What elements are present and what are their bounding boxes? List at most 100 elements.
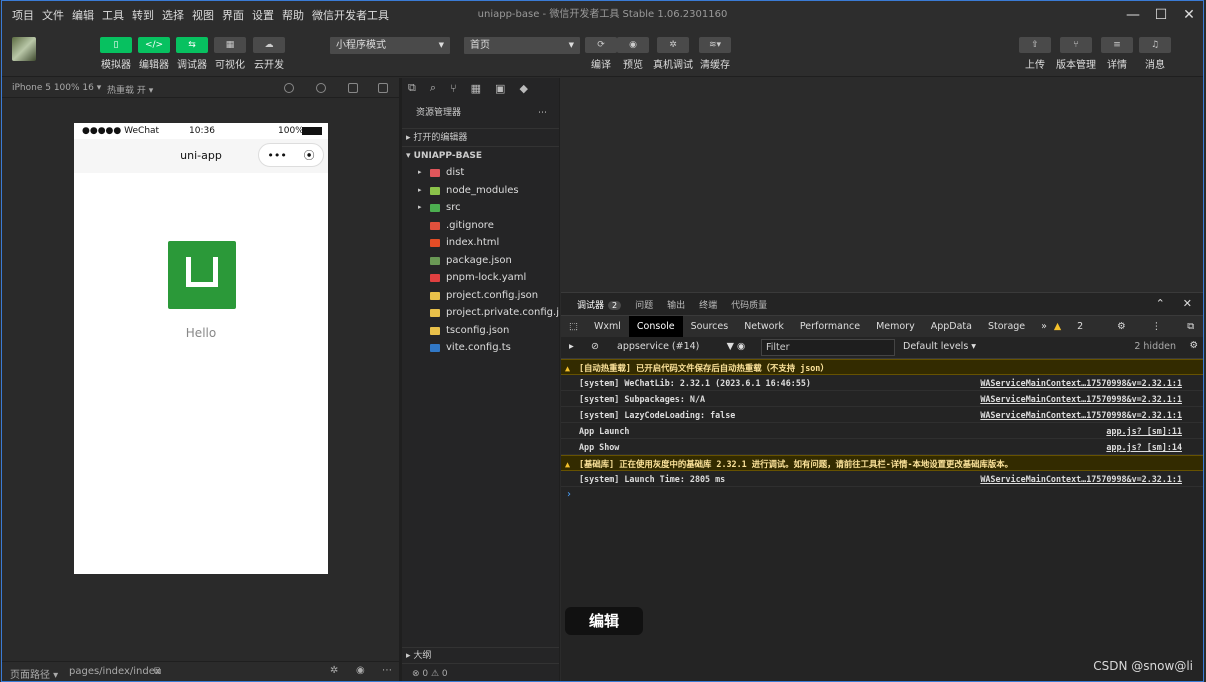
maximize-icon[interactable]: ☐ <box>1147 1 1175 29</box>
log-source-link[interactable]: WAServiceMainContext…17570998&v=2.32.1:1 <box>980 391 1182 407</box>
eye-icon[interactable]: ◉ <box>356 665 365 676</box>
docker-icon[interactable]: ◆ <box>519 82 527 95</box>
more-icon[interactable]: ⋯ <box>538 98 547 128</box>
menu-item[interactable]: 项目 <box>8 7 38 23</box>
close-icon[interactable]: ✕ <box>1183 297 1192 310</box>
project-section[interactable]: ▾ UNIAPP-BASE <box>402 146 559 164</box>
console-prompt[interactable]: › <box>561 487 1203 503</box>
more-icon[interactable]: ⋯ <box>382 665 392 676</box>
remote-debug-button[interactable]: ✲ 真机调试 <box>653 37 693 71</box>
tab-terminal[interactable]: 终端 <box>699 298 717 311</box>
details-button[interactable]: ≡ 详情 <box>1097 37 1137 71</box>
menu-item[interactable]: 文件 <box>38 7 68 23</box>
folder-item[interactable]: ▸ src <box>402 199 559 217</box>
tab-wxml[interactable]: Wxml <box>586 316 629 338</box>
folder-item[interactable]: ▸ node_modules <box>402 182 559 200</box>
tab-console[interactable]: Console <box>628 315 683 338</box>
phone-frame-icon[interactable] <box>348 83 358 93</box>
detach-icon[interactable] <box>378 83 388 93</box>
menu-item[interactable]: 转到 <box>128 7 158 23</box>
tab-output[interactable]: 输出 <box>667 298 685 311</box>
tab-performance[interactable]: Performance <box>792 316 868 338</box>
log-source-link[interactable]: WAServiceMainContext…17570998&v=2.32.1:1 <box>980 375 1182 391</box>
avatar[interactable] <box>12 37 36 61</box>
inspect-icon[interactable]: ⬚ <box>561 316 586 338</box>
settings-icon[interactable]: ⚙ <box>1109 316 1134 338</box>
file-item[interactable]: tsconfig.json <box>402 322 559 340</box>
menu-item[interactable]: 选择 <box>158 7 188 23</box>
clear-cache-button[interactable]: ≋▾ 清缓存 <box>695 37 735 71</box>
hotreload-select[interactable]: 热重载 开 ▾ <box>107 83 153 96</box>
edit-button[interactable]: 编辑 <box>565 607 643 635</box>
menu-item[interactable]: 设置 <box>248 7 278 23</box>
tab-network[interactable]: Network <box>736 316 792 338</box>
log-source-link[interactable]: WAServiceMainContext…17570998&v=2.32.1:1 <box>980 471 1182 487</box>
file-item[interactable]: pnpm-lock.yaml <box>402 269 559 287</box>
page-select[interactable]: 首页 ▼ <box>464 37 580 54</box>
settings-icon[interactable]: ⚙ <box>1189 340 1198 351</box>
tab-appdata[interactable]: AppData <box>923 316 980 338</box>
save-icon[interactable]: ▣ <box>495 82 505 95</box>
file-item[interactable]: index.html <box>402 234 559 252</box>
tab-code-quality[interactable]: 代码质量 <box>731 298 767 311</box>
extensions-icon[interactable]: ▦ <box>471 82 481 95</box>
problem-count[interactable]: ⊗ 0 ⚠ 0 <box>402 663 559 681</box>
open-editors-section[interactable]: ▸ 打开的编辑器 <box>402 128 559 146</box>
files-icon[interactable]: ⧉ <box>408 81 416 95</box>
capsule-menu[interactable]: ••• ⦿ <box>258 143 324 167</box>
dock-icon[interactable]: ⧉ <box>1179 316 1202 338</box>
visual-button[interactable]: ▦ 可视化 <box>210 37 250 71</box>
messages-button[interactable]: ♫ 消息 <box>1135 37 1175 71</box>
sidebar-toggle-icon[interactable]: ▸ <box>569 341 574 352</box>
tab-sources[interactable]: Sources <box>683 316 737 338</box>
mode-select[interactable]: 小程序模式 ▼ <box>330 37 450 54</box>
preview-button[interactable]: ◉ 预览 <box>613 37 653 71</box>
eye-icon[interactable]: ◉ <box>737 341 745 352</box>
editor-button[interactable]: </> 编辑器 <box>134 37 174 71</box>
bug-icon[interactable]: ✲ <box>330 665 338 676</box>
clear-icon[interactable]: ⊘ <box>591 341 599 352</box>
upload-button[interactable]: ⇧ 上传 <box>1015 37 1055 71</box>
rotate-icon[interactable] <box>284 83 294 93</box>
record-icon[interactable] <box>316 83 326 93</box>
tab-problems[interactable]: 问题 <box>635 298 653 311</box>
search-icon[interactable]: ⌕ <box>430 81 436 95</box>
warning-count[interactable]: ▲ 2 <box>1038 316 1099 338</box>
menu-item[interactable]: 视图 <box>188 7 218 23</box>
file-item[interactable]: project.private.config.js... <box>402 304 559 322</box>
tab-debugger[interactable]: 调试器 2 <box>577 298 622 311</box>
filter-input[interactable]: Filter <box>761 339 895 356</box>
menu-item[interactable]: 界面 <box>218 7 248 23</box>
context-select[interactable]: appservice (#14) ▼ <box>617 341 734 352</box>
menu-item[interactable]: 帮助 <box>278 7 308 23</box>
levels-select[interactable]: Default levels ▾ <box>903 341 976 352</box>
file-item[interactable]: package.json <box>402 252 559 270</box>
log-source-link[interactable]: WAServiceMainContext…17570998&v=2.32.1:1 <box>980 407 1182 423</box>
collapse-icon[interactable]: ⌃ <box>1156 297 1165 310</box>
menu-item[interactable]: 微信开发者工具 <box>308 7 393 23</box>
cloud-button[interactable]: ☁ 云开发 <box>249 37 289 71</box>
debugger-button[interactable]: ⇆ 调试器 <box>172 37 212 71</box>
file-item[interactable]: project.config.json <box>402 287 559 305</box>
simulator-button[interactable]: ▯ 模拟器 <box>96 37 136 71</box>
tab-memory[interactable]: Memory <box>868 316 923 338</box>
file-item[interactable]: vite.config.ts <box>402 339 559 357</box>
log-source-link[interactable]: app.js? [sm]:11 <box>1106 423 1182 439</box>
kebab-icon[interactable]: ⋮ <box>1144 316 1170 338</box>
more-icon[interactable]: ••• <box>267 149 286 162</box>
git-icon[interactable]: ⑂ <box>450 82 457 95</box>
device-select[interactable]: iPhone 5 100% 16 ▾ <box>12 83 101 93</box>
log-source-link[interactable]: app.js? [sm]:14 <box>1106 439 1182 455</box>
tab-storage[interactable]: Storage <box>980 316 1033 338</box>
version-button[interactable]: ⑂ 版本管理 <box>1056 37 1096 71</box>
close-icon[interactable]: ✕ <box>1175 1 1203 29</box>
file-item[interactable]: .gitignore <box>402 217 559 235</box>
page-path-label[interactable]: 页面路径 ▾ <box>10 666 58 681</box>
menu-item[interactable]: 编辑 <box>68 7 98 23</box>
close-target-icon[interactable]: ⦿ <box>304 147 315 163</box>
outline-section[interactable]: ▸ 大纲 <box>402 647 559 663</box>
minimize-icon[interactable]: — <box>1119 1 1147 29</box>
folder-item[interactable]: ▸ dist <box>402 164 559 182</box>
copy-icon[interactable]: ⧉ <box>154 666 161 677</box>
menu-item[interactable]: 工具 <box>98 7 128 23</box>
